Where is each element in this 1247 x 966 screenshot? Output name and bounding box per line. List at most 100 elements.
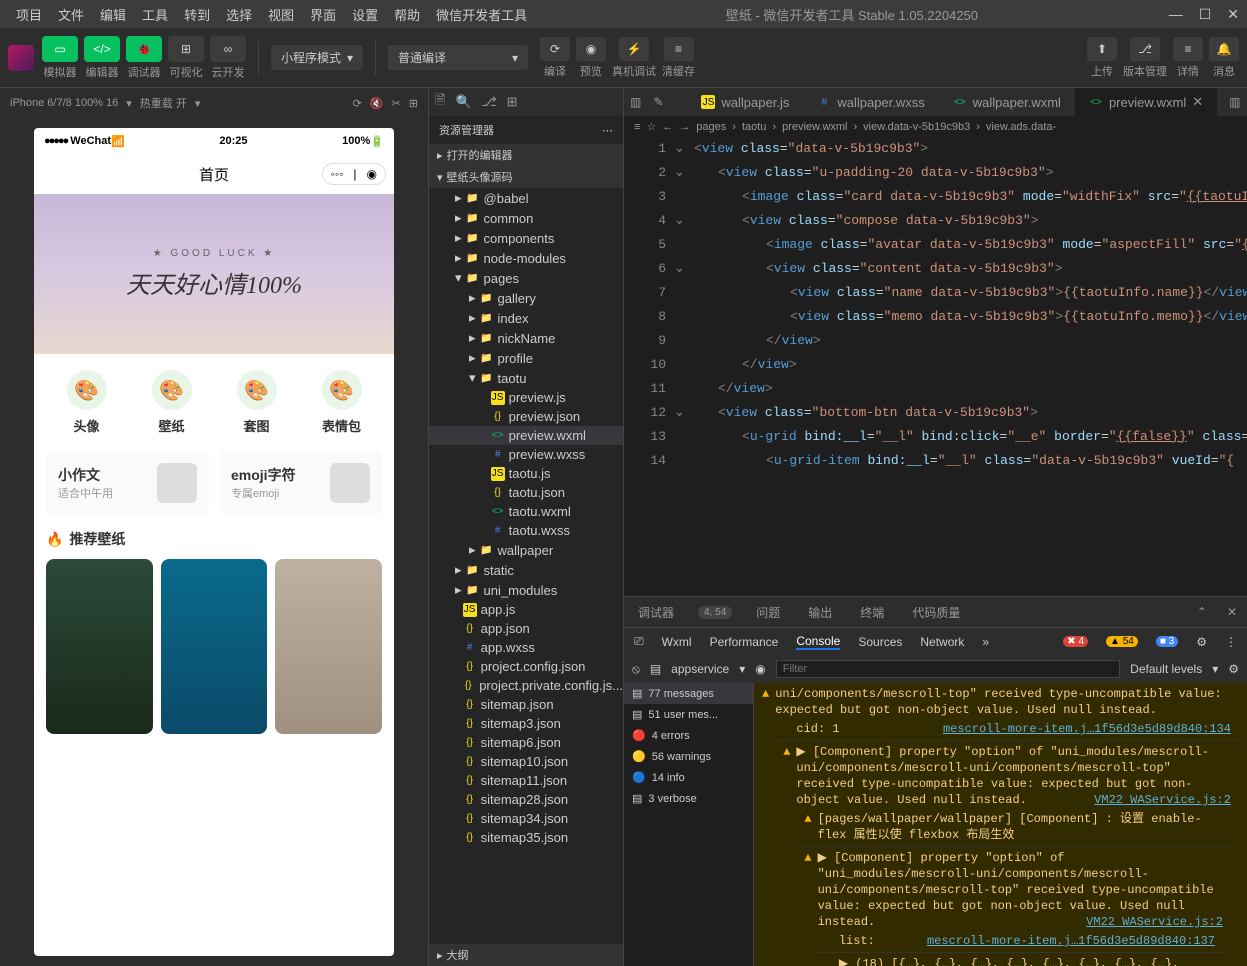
tree-item[interactable]: ▸📁static [429,560,623,580]
cloud-button[interactable]: ∞ [210,36,246,62]
version-button[interactable]: ⎇ [1130,37,1160,61]
category-item[interactable]: 🎨头像 [44,370,129,435]
remote-debug-button[interactable]: ⚡ [619,37,649,61]
close-icon[interactable]: ✕ [1227,605,1237,619]
tree-item[interactable]: <>preview.wxml [429,426,623,445]
filter-input[interactable] [776,660,1120,678]
eye-icon[interactable]: ◉ [755,662,765,676]
category-item[interactable]: 🎨套图 [214,370,299,435]
more-tabs-icon[interactable]: » [982,635,989,649]
clear-icon[interactable]: ⦸ [632,662,640,677]
new-icon[interactable]: ✎ [653,95,663,109]
capsule-button[interactable]: ◦◦◦|◉ [322,163,386,185]
tree-item[interactable]: <>taotu.wxml [429,502,623,521]
split-right-icon[interactable]: ▥ [1229,95,1240,109]
tree-item[interactable]: ▸📁wallpaper [429,540,623,560]
tree-item[interactable]: JStaotu.js [429,464,623,483]
menu-item[interactable]: 选择 [218,8,260,23]
wallpaper-thumb[interactable] [275,559,382,734]
refresh-icon[interactable]: ⟳ [353,97,362,110]
promo-card[interactable]: emoji字符专属emoji [219,451,382,515]
tree-item[interactable]: {}sitemap10.json [429,752,623,771]
log-entry[interactable]: ▲[pages/wallpaper/wallpaper] [Component]… [796,808,1231,847]
breadcrumb-item[interactable]: view.data-v-5b19c9b3 [863,121,970,133]
tree-item[interactable]: #preview.wxss [429,445,623,464]
simulator-button[interactable]: ▭ [42,36,78,62]
promo-card[interactable]: 小作文适合中午用 [46,451,209,515]
forward-icon[interactable]: → [679,121,690,133]
log-entry[interactable]: ▲uni/components/mescroll-top" received t… [754,683,1247,966]
outline-section[interactable]: ▸ 大纲 [429,944,623,966]
editor-tab[interactable]: <>wallpaper.wxml [939,88,1075,116]
clear-cache-button[interactable]: ≡ [664,37,694,61]
log-entry[interactable]: cid: 1mescroll-more-item.j…1f56d3e5d89d8… [775,718,1239,741]
tree-item[interactable]: JSapp.js [429,600,623,619]
debugger-button[interactable]: 🐞 [126,36,162,62]
more-icon[interactable]: ⋯ [602,124,613,137]
back-icon[interactable]: ← [662,121,673,133]
menu-item[interactable]: 帮助 [386,8,428,23]
inspect-icon[interactable]: ⎚ [634,634,644,649]
search-icon[interactable]: 🔍 [455,94,471,110]
mode-dropdown[interactable]: 小程序模式▾ [271,45,363,70]
banner[interactable]: ★ GOOD LUCK ★ 天天好心情100% [34,194,394,354]
editor-tab[interactable]: <>preview.wxml✕ [1075,88,1217,116]
editor-tab[interactable]: JSwallpaper.js [687,88,803,116]
log-entry[interactable]: list:mescroll-more-item.j…1f56d3e5d89d84… [818,930,1223,953]
wallpaper-thumb[interactable] [46,559,153,734]
compile-dropdown[interactable]: 普通编译▾ [388,45,528,70]
wallpaper-thumb[interactable] [161,559,268,734]
mute-icon[interactable]: 🔇 [370,97,384,110]
filter-icon[interactable]: ▤ [650,662,661,676]
filter-item[interactable]: 🔵14 info [624,767,753,788]
log-entry[interactable]: ▶ (18) [{…}, {…}, {…}, {…}, {…}, {…}, {…… [818,953,1223,966]
tree-item[interactable]: ▸📁profile [429,348,623,368]
git-icon[interactable]: ⎇ [482,94,497,110]
layout-icon[interactable]: ⊞ [409,97,418,110]
tree-item[interactable]: {}project.private.config.js... [429,676,623,695]
levels-dropdown[interactable]: Default levels [1130,662,1202,676]
menu-item[interactable]: 设置 [344,8,386,23]
tree-item[interactable]: {}preview.json [429,407,623,426]
upload-button[interactable]: ⬆ [1087,37,1117,61]
editor-button[interactable]: </> [84,36,120,62]
split-icon[interactable]: ▥ [630,95,641,109]
messages-button[interactable]: 🔔 [1209,37,1239,61]
device-selector[interactable]: iPhone 6/7/8 100% 16 [10,97,118,109]
breadcrumb-item[interactable]: preview.wxml [782,121,847,133]
tree-item[interactable]: #app.wxss [429,638,623,657]
filter-item[interactable]: ▤51 user mes... [624,704,753,725]
tree-item[interactable]: {}sitemap34.json [429,809,623,828]
bookmark-icon[interactable]: ☆ [646,120,656,133]
files-icon[interactable]: 🗎 [435,91,445,113]
filter-item[interactable]: ▤77 messages [624,683,753,704]
ext-icon[interactable]: ⊞ [507,94,518,110]
tree-item[interactable]: {}sitemap6.json [429,733,623,752]
category-item[interactable]: 🎨表情包 [299,370,384,435]
menu-item[interactable]: 界面 [302,8,344,23]
close-icon[interactable]: ✕ [1227,6,1239,23]
menu-item[interactable]: 微信开发者工具 [428,8,535,23]
tree-item[interactable]: {}taotu.json [429,483,623,502]
filter-item[interactable]: 🟡56 warnings [624,746,753,767]
tree-item[interactable]: {}app.json [429,619,623,638]
toggle-icon[interactable]: ≡ [634,121,640,133]
more-icon[interactable]: ⋮ [1225,635,1237,649]
tree-item[interactable]: ▸📁node-modules [429,248,623,268]
close-tab-icon[interactable]: ✕ [1192,94,1203,110]
log-entry[interactable]: ▲▶ [Component] property "option" of "uni… [775,741,1239,966]
filter-item[interactable]: ▤3 verbose [624,788,753,809]
tree-item[interactable]: ▸📁uni_modules [429,580,623,600]
gear-icon[interactable]: ⚙ [1228,662,1239,676]
preview-button[interactable]: ◉ [576,37,606,61]
breadcrumb-item[interactable]: view.ads.data- [986,121,1056,133]
menu-item[interactable]: 文件 [50,8,92,23]
maximize-icon[interactable]: ☐ [1199,6,1212,23]
tree-item[interactable]: #taotu.wxss [429,521,623,540]
debugger-tab[interactable]: 调试器 [634,600,678,625]
tree-item[interactable]: {}sitemap11.json [429,771,623,790]
breadcrumb-item[interactable]: taotu [742,121,766,133]
project-root-section[interactable]: ▾ 壁纸头像源码 [429,166,623,188]
details-button[interactable]: ≡ [1173,37,1203,61]
tree-item[interactable]: ▸📁common [429,208,623,228]
